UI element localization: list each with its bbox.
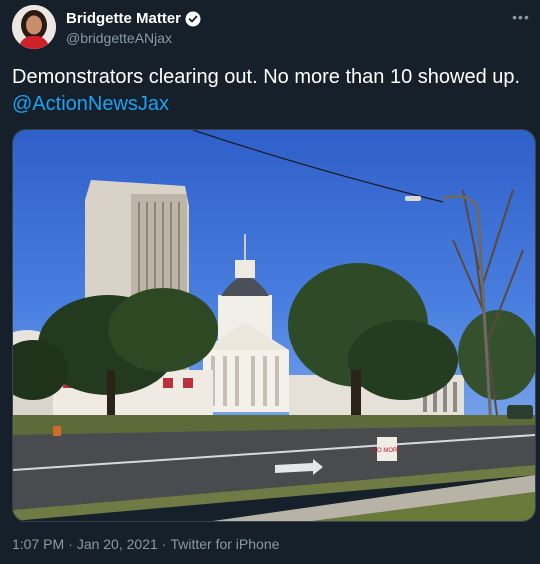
profile-photo-icon — [12, 5, 56, 49]
tweet-time[interactable]: 1:07 PM — [12, 536, 64, 552]
tweet-photo[interactable]: NO MORE — [12, 129, 536, 522]
meta-separator: · — [161, 536, 167, 552]
tweet-card: Bridgette Matter @bridgetteANjax ••• Dem… — [0, 0, 540, 564]
meta-separator: · — [68, 536, 73, 552]
tweet-text: Demonstrators clearing out. No more than… — [12, 64, 528, 118]
verified-badge-icon — [185, 11, 201, 27]
tweet-date[interactable]: Jan 20, 2021 — [77, 536, 158, 552]
mention-link[interactable]: @ActionNewsJax — [12, 93, 169, 115]
author-row: Bridgette Matter — [66, 10, 201, 27]
avatar[interactable] — [12, 5, 56, 49]
tweet-body: Demonstrators clearing out. No more than… — [12, 66, 521, 88]
more-icon[interactable]: ••• — [510, 6, 532, 28]
more-glyph: ••• — [512, 9, 530, 25]
capitol-photo: NO MORE — [13, 130, 535, 521]
author-handle[interactable]: @bridgetteANjax — [66, 30, 172, 46]
sign-text: NO MORE — [373, 448, 402, 454]
tweet-meta: 1:07 PM · Jan 20, 2021 · Twitter for iPh… — [12, 536, 279, 552]
tweet-source[interactable]: Twitter for iPhone — [170, 536, 279, 552]
display-name[interactable]: Bridgette Matter — [66, 10, 181, 27]
